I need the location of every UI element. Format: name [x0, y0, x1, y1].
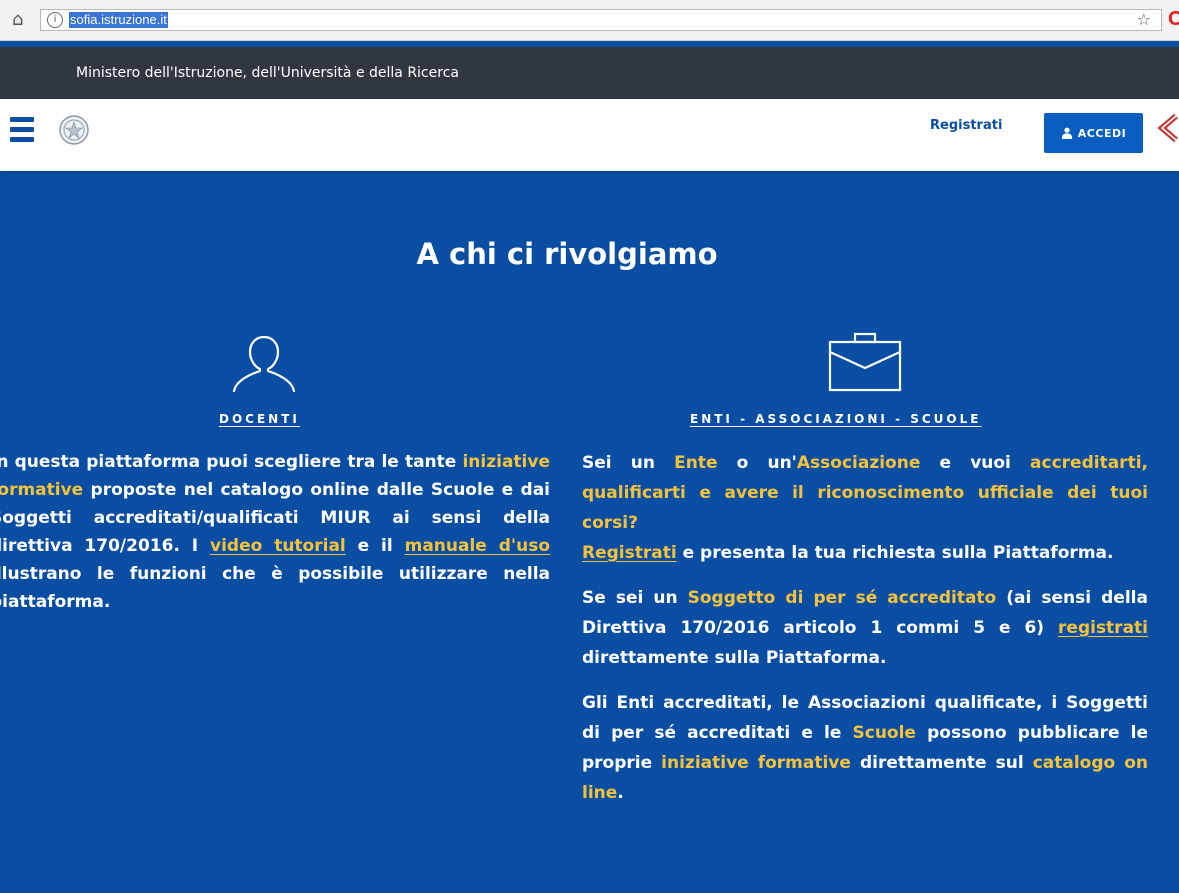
enti-paragraph: Sei un Ente o un'Associazione e vuoi acc…	[582, 448, 1148, 568]
user-icon	[1061, 127, 1072, 139]
url-text[interactable]: sofia.istruzione.it	[69, 12, 168, 28]
bookmark-star-icon[interactable]: ☆	[1137, 10, 1151, 30]
republic-emblem-icon[interactable]	[57, 113, 91, 147]
register-link[interactable]: Registrati	[930, 118, 1002, 134]
login-button-label: ACCEDI	[1077, 126, 1127, 140]
docenti-paragraph: In questa piattaforma puoi scegliere tra…	[0, 448, 550, 616]
login-button[interactable]: ACCEDI	[1044, 113, 1143, 153]
site-header: Registrati ACCEDI	[0, 99, 1179, 171]
person-icon	[232, 335, 296, 393]
address-bar[interactable]: i sofia.istruzione.it ☆	[40, 9, 1162, 31]
home-icon[interactable]: ⌂	[12, 10, 23, 30]
body-text: Sei un	[582, 453, 675, 473]
highlight-text: Ente	[674, 453, 718, 473]
inline-link[interactable]: manuale d'uso	[405, 536, 550, 556]
inline-link[interactable]: registrati	[1058, 618, 1148, 638]
hamburger-menu-icon[interactable]	[10, 117, 34, 143]
body-text: e il	[345, 536, 405, 556]
body-text: o un'	[717, 453, 797, 473]
briefcase-icon	[828, 332, 902, 392]
body-text: .	[617, 783, 624, 803]
highlight-text: iniziative formative	[661, 753, 851, 773]
section-title: A chi ci rivolgiamo	[416, 237, 718, 271]
body-text: Se sei un	[582, 588, 688, 608]
ministry-name[interactable]: Ministero dell'Istruzione, dell'Universi…	[76, 64, 459, 82]
info-icon[interactable]: i	[47, 12, 63, 28]
inline-link[interactable]: video tutorial	[210, 536, 346, 556]
annotation-arrow-icon	[1157, 113, 1178, 143]
browser-toolbar: ⌂ i sofia.istruzione.it ☆ O	[0, 0, 1179, 41]
opera-icon[interactable]: O	[1168, 8, 1179, 30]
body-text: direttamente sul	[850, 753, 1033, 773]
highlight-text: Scuole	[852, 723, 916, 743]
enti-description: Sei un Ente o un'Associazione e vuoi acc…	[582, 448, 1148, 823]
body-text: e vuoi	[920, 453, 1031, 473]
docenti-title: DOCENTI	[219, 412, 300, 426]
body-text: direttamente sulla Piattaforma.	[582, 648, 887, 668]
ministry-bar: Ministero dell'Istruzione, dell'Universi…	[0, 47, 1179, 99]
highlight-text: Soggetto di per sé accreditato	[687, 588, 997, 608]
enti-title: ENTI - ASSOCIAZIONI - SCUOLE	[690, 412, 982, 426]
body-text: illustrano le funzioni che è possibile u…	[0, 564, 550, 612]
enti-paragraph: Gli Enti accreditati, le Associazioni qu…	[582, 688, 1148, 808]
inline-link[interactable]: Registrati	[582, 543, 677, 563]
body-text: e presenta la tua richiesta sulla Piatta…	[676, 543, 1114, 563]
docenti-description: In questa piattaforma puoi scegliere tra…	[0, 448, 550, 616]
highlight-text: Associazione	[796, 453, 921, 473]
body-text: In questa piattaforma puoi scegliere tra…	[0, 452, 463, 472]
enti-paragraph: Se sei un Soggetto di per sé accreditato…	[582, 583, 1148, 673]
